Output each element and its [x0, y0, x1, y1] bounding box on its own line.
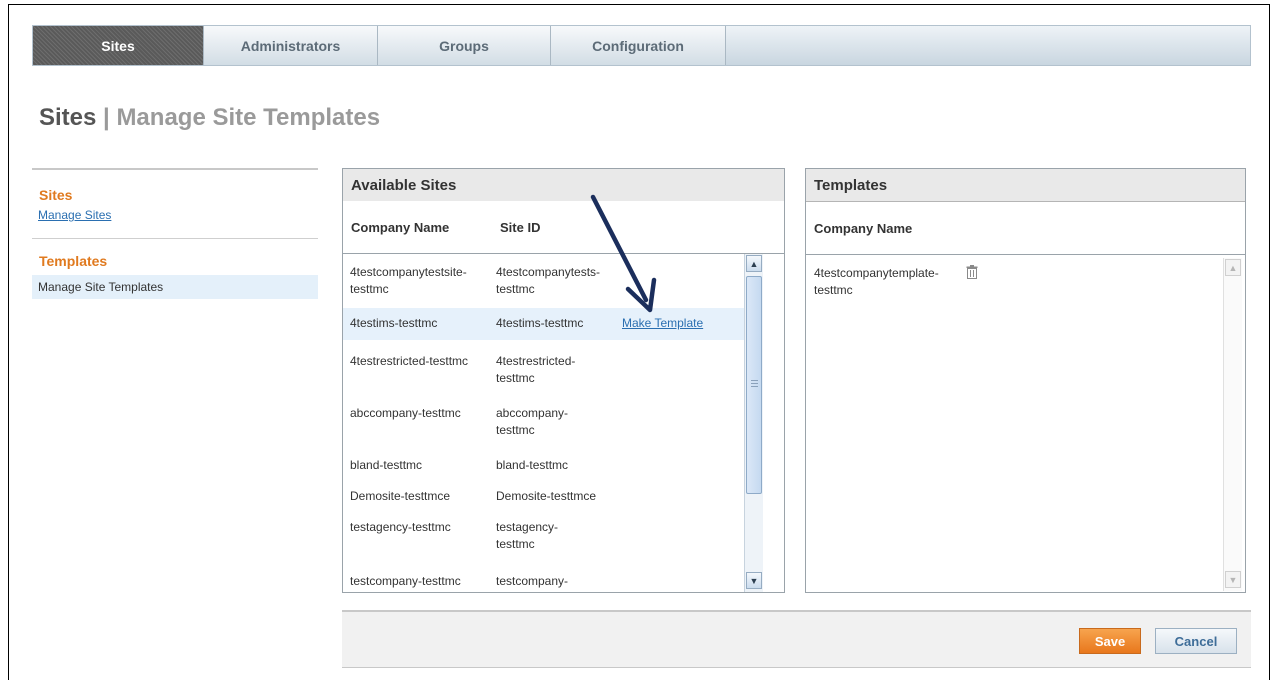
table-row[interactable]: 4testims-testtmc 4testims-testtmc Make T…: [343, 308, 756, 340]
row-company-name: testcompany-testtmc: [350, 574, 461, 588]
scroll-up-icon[interactable]: ▲: [1225, 259, 1241, 276]
row-company-name: bland-testtmc: [350, 458, 423, 472]
row-site-id: 4testrestricted-testtmc: [496, 354, 576, 385]
table-row[interactable]: testagency-testtmc testagency-testtmc: [343, 519, 756, 559]
row-company-name: 4testims-testtmc: [350, 316, 438, 330]
available-sites-header-row: Company Name Site ID: [343, 201, 784, 254]
templates-header-row: Company Name: [806, 202, 1245, 255]
row-site-id: testcompany-: [496, 574, 569, 588]
nav-divider: [32, 238, 318, 239]
nav-heading-templates: Templates: [39, 253, 108, 269]
row-company-name: 4testcompanytestsite-testtmc: [350, 265, 467, 296]
scroll-down-icon[interactable]: ▼: [746, 572, 762, 589]
row-site-id: 4testcompanytests-testtmc: [496, 265, 601, 296]
nav-item-manage-site-templates[interactable]: Manage Site Templates: [32, 275, 318, 299]
tab-groups[interactable]: Groups: [378, 26, 551, 65]
page-title: Sites | Manage Site Templates: [39, 104, 380, 132]
grip-line-2: [751, 383, 758, 384]
available-sites-title: Available Sites: [343, 169, 784, 202]
templates-title: Templates: [806, 169, 1245, 202]
row-site-id: bland-testtmc: [496, 458, 569, 472]
row-company-name: 4testrestricted-testtmc: [350, 354, 469, 368]
tab-sites[interactable]: Sites: [33, 26, 204, 65]
table-row[interactable]: abccompany-testtmc abccompany-testtmc: [343, 405, 756, 445]
nav-heading-sites: Sites: [39, 187, 73, 203]
cancel-button[interactable]: Cancel: [1155, 628, 1237, 654]
templates-scrollbar[interactable]: ▲ ▼: [1223, 258, 1242, 591]
table-row[interactable]: 4testcompanytestsite-testtmc 4testcompan…: [343, 264, 756, 304]
available-sites-table: Company Name Site ID 4testcompanytestsit…: [343, 201, 784, 592]
scrollbar-thumb[interactable]: [746, 276, 762, 494]
templates-rows: 4testcompanytemplate-testtmc ▲ ▼: [806, 255, 1245, 593]
table-row[interactable]: bland-testtmc bland-testtmc: [343, 457, 756, 479]
nav-link-manage-sites[interactable]: Manage Sites: [38, 208, 318, 222]
row-site-id: abccompany-testtmc: [496, 406, 569, 437]
page-title-sub: Manage Site Templates: [116, 104, 381, 131]
scroll-up-icon[interactable]: ▲: [746, 255, 762, 272]
table-row[interactable]: 4testrestricted-testtmc 4testrestricted-…: [343, 353, 756, 393]
left-navigation: Sites Manage Sites Templates Manage Site…: [32, 168, 318, 299]
column-header-company-name: Company Name: [814, 220, 913, 236]
save-button[interactable]: Save: [1079, 628, 1141, 654]
page-title-main: Sites: [39, 104, 97, 131]
main-tab-bar: Sites Administrators Groups Configuratio…: [32, 25, 1251, 66]
footer-bottom-divider: [342, 667, 1251, 668]
available-sites-scrollbar[interactable]: ▲ ▼: [744, 254, 763, 592]
nav-top-divider: [32, 168, 318, 170]
row-company-name: Demosite-testtmce: [350, 489, 451, 503]
table-row[interactable]: testcompany-testtmc testcompany-: [343, 573, 756, 592]
footer-bar: Save Cancel: [342, 612, 1251, 667]
template-company-name: 4testcompanytemplate-testtmc: [814, 266, 939, 297]
row-site-id: 4testims-testtmc: [496, 316, 584, 330]
tab-administrators[interactable]: Administrators: [204, 26, 378, 65]
trash-icon[interactable]: [966, 265, 978, 279]
row-site-id: testagency-testtmc: [496, 520, 559, 551]
make-template-link[interactable]: Make Template: [622, 315, 703, 332]
scroll-down-icon[interactable]: ▼: [1225, 571, 1241, 588]
column-header-site-id: Site ID: [500, 219, 541, 235]
row-company-name: abccompany-testtmc: [350, 406, 461, 420]
page-title-separator: |: [96, 104, 117, 131]
column-header-company-name: Company Name: [351, 219, 450, 235]
table-row[interactable]: Demosite-testtmce Demosite-testtmce: [343, 488, 756, 510]
grip-line-3: [751, 386, 758, 387]
available-sites-panel: Available Sites Company Name Site ID 4te…: [342, 168, 785, 593]
templates-panel: Templates Company Name 4testcompanytempl…: [805, 168, 1246, 593]
available-sites-rows: 4testcompanytestsite-testtmc 4testcompan…: [343, 254, 784, 592]
row-site-id: Demosite-testtmce: [496, 489, 597, 503]
row-company-name: testagency-testtmc: [350, 520, 451, 534]
grip-line-1: [751, 380, 758, 381]
tab-configuration[interactable]: Configuration: [551, 26, 726, 65]
